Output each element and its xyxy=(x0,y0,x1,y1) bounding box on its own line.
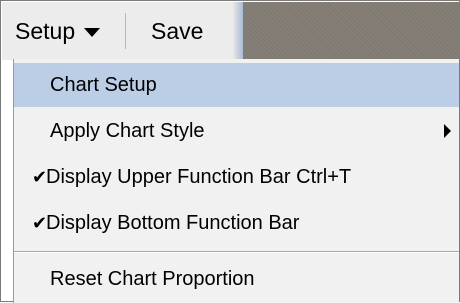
menu-item-label: Display Bottom Function Bar xyxy=(46,211,300,234)
menu-item-shortcut: Ctrl+T xyxy=(296,165,352,188)
setup-dropdown-button[interactable]: Setup xyxy=(15,2,101,60)
toolbar-empty-area xyxy=(243,2,460,60)
window-frame: Setup Save Chart Setup Apply Chart Style… xyxy=(0,0,460,303)
caret-down-icon xyxy=(84,27,101,37)
setup-button-label: Setup xyxy=(15,17,76,44)
menu-item-display-bottom-function-bar[interactable]: ✔ Display Bottom Function Bar xyxy=(14,201,459,245)
menu-item-label: Reset Chart Proportion xyxy=(50,267,255,290)
menu-item-label: Display Upper Function Bar Ctrl+T xyxy=(46,165,352,188)
menu-separator xyxy=(14,251,459,253)
menu-item-chart-setup[interactable]: Chart Setup xyxy=(14,63,459,107)
button-separator xyxy=(125,13,126,49)
menu-item-label: Chart Setup xyxy=(50,73,157,96)
toolbar-divider xyxy=(233,2,243,60)
menu-item-apply-chart-style[interactable]: Apply Chart Style xyxy=(14,109,459,153)
menu-item-reset-chart-proportion[interactable]: Reset Chart Proportion xyxy=(14,257,459,301)
save-button-label: Save xyxy=(151,17,204,44)
menu-item-label: Apply Chart Style xyxy=(50,119,205,142)
submenu-arrow-icon xyxy=(444,124,451,138)
menu-item-display-upper-function-bar[interactable]: ✔ Display Upper Function Bar Ctrl+T xyxy=(14,155,459,199)
setup-dropdown-menu: Chart Setup Apply Chart Style ✔ Display … xyxy=(13,59,459,303)
save-button[interactable]: Save xyxy=(151,2,203,60)
checkmark-icon: ✔ xyxy=(32,212,48,233)
checkmark-icon: ✔ xyxy=(32,166,48,187)
